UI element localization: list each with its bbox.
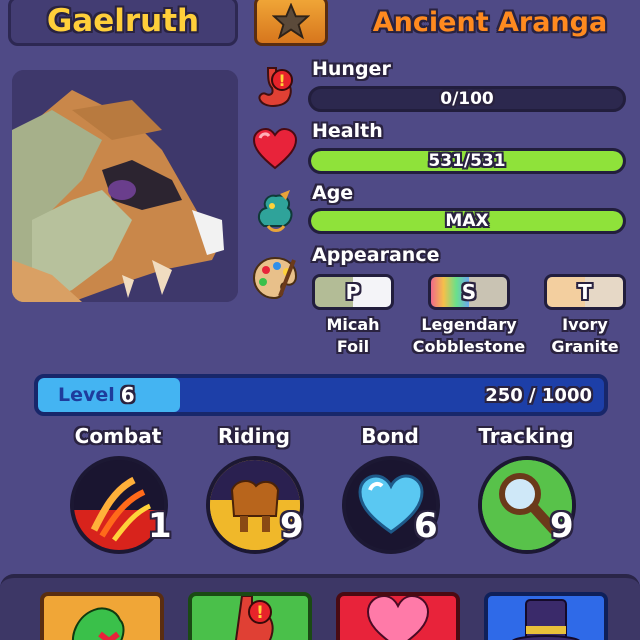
swatch-letter: P (345, 280, 361, 304)
appearance-label: Appearance (312, 244, 440, 266)
appearance-line1: Ivory (562, 315, 608, 334)
favorite-button[interactable] (254, 0, 328, 46)
health-label: Health (312, 120, 383, 142)
stomach-icon: ! (250, 62, 300, 112)
heal-button[interactable] (336, 592, 460, 640)
appearance-swatch-skin[interactable]: S (428, 274, 510, 310)
level-label: Level (58, 384, 115, 406)
swatch-letter: T (578, 280, 592, 304)
appearance-line2: Foil (336, 337, 370, 356)
paint-palette-icon (250, 252, 300, 302)
pet-portrait (12, 70, 238, 302)
swatch-letter: S (461, 280, 477, 304)
level-label-group: Level 6 (58, 378, 135, 412)
heart-icon (250, 124, 300, 174)
skill-value-tracking: 9 (550, 506, 574, 546)
accessory-button[interactable] (484, 592, 608, 640)
health-bar: 531/531 (308, 148, 626, 174)
appearance-line2: Granite (551, 337, 619, 356)
pet-name[interactable]: Gaelruth (8, 0, 238, 46)
heart-icon (366, 596, 430, 640)
stomach-icon: ! (234, 596, 274, 640)
feed-button[interactable]: ! (188, 592, 312, 640)
age-label: Age (312, 182, 354, 204)
svg-text:!: ! (256, 603, 264, 623)
hunger-bar: 0/100 (308, 86, 626, 112)
level-xp: 250 / 1000 (485, 384, 592, 406)
appearance-label-skin: Legendary Cobblestone (404, 314, 534, 358)
dragon-release-icon (72, 607, 125, 640)
appearance-swatch-texture[interactable]: T (544, 274, 626, 310)
svg-text:!: ! (278, 71, 285, 90)
appearance-label-pattern: Micah Foil (288, 314, 418, 358)
appearance-line1: Micah (326, 315, 380, 334)
skill-value-combat: 1 (148, 506, 172, 546)
level-number: 6 (120, 383, 135, 407)
skill-value-bond: 6 (414, 506, 438, 546)
species-name: Ancient Aranga (372, 6, 608, 38)
dragon-age-icon (250, 186, 300, 236)
age-bar: MAX (308, 208, 626, 234)
release-pet-button[interactable] (40, 592, 164, 640)
skill-label-tracking: Tracking (478, 424, 574, 448)
hunger-value: 0/100 (440, 89, 494, 109)
skill-label-combat: Combat (74, 424, 162, 448)
appearance-line1: Legendary (421, 315, 517, 334)
appearance-swatch-pattern[interactable]: P (312, 274, 394, 310)
appearance-line2: Cobblestone (412, 337, 526, 356)
level-progress-bar: Level 6 250 / 1000 (34, 374, 608, 416)
skill-label-bond: Bond (361, 424, 419, 448)
age-value: MAX (445, 211, 489, 231)
top-hat-icon (512, 599, 580, 640)
hunger-label: Hunger (312, 58, 391, 80)
health-value: 531/531 (428, 151, 506, 171)
appearance-label-texture: Ivory Granite (520, 314, 640, 358)
star-icon (272, 3, 310, 39)
skill-value-riding: 9 (280, 506, 304, 546)
skill-label-riding: Riding (218, 424, 290, 448)
pet-head-image (12, 70, 238, 302)
